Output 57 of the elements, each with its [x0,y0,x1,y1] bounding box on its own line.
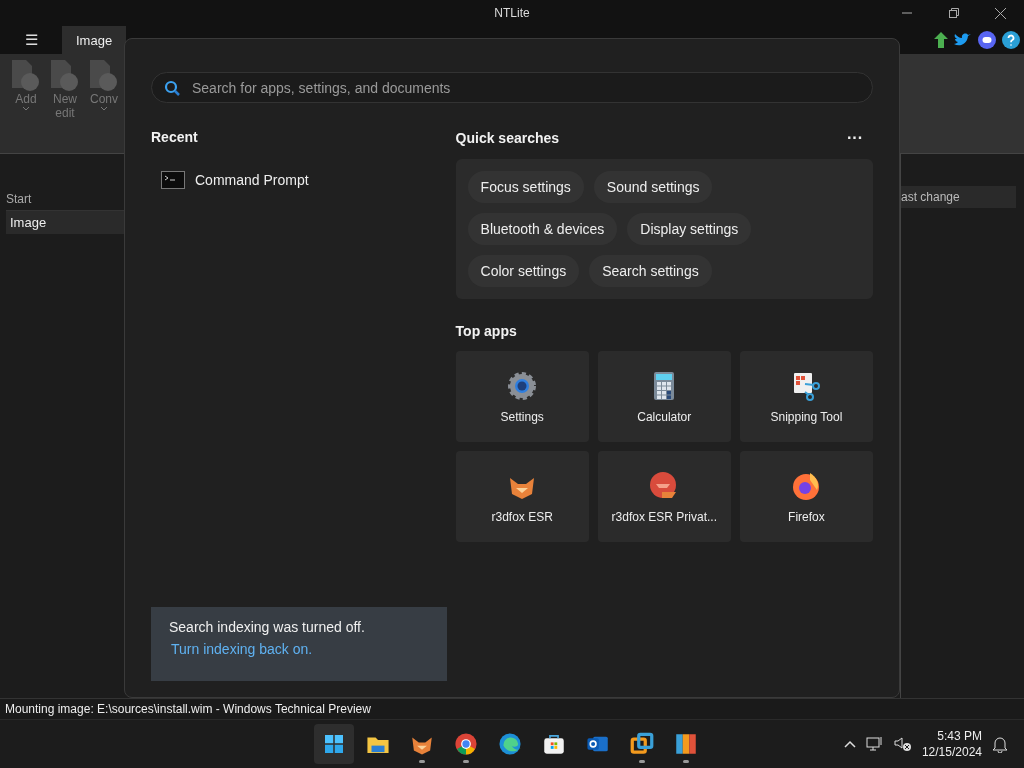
search-field[interactable]: Search for apps, settings, and documents [151,72,873,103]
overlapping-squares-icon [629,731,655,757]
restore-icon [948,8,959,18]
quick-search-chip[interactable]: Display settings [627,213,752,245]
window-title: NTLite [494,6,530,20]
chevron-down-icon [22,106,30,112]
chat-bubble-icon [978,31,996,49]
help-icon [1002,31,1020,49]
clock-time: 5:43 PM [937,728,982,744]
tree-item[interactable]: Image [6,210,124,234]
quick-search-chip[interactable]: Sound settings [593,171,713,203]
running-indicator [463,760,469,763]
running-indicator [639,760,645,763]
search-icon [164,80,180,96]
close-icon [995,7,1006,19]
app-tile[interactable]: r3dfox ESR [455,451,589,542]
gear-icon [506,369,539,402]
quick-search-chip[interactable]: Bluetooth & devices [467,213,618,245]
section-heading: Recent [151,129,199,145]
indexing-link[interactable]: Turn indexing back on. [171,641,313,657]
running-indicator [683,760,689,763]
column-header[interactable]: ast change [901,186,1016,208]
browser-icon [453,731,479,757]
bird-icon [954,32,972,48]
notice-text: Search indexing was turned off. [169,619,365,635]
bell-icon [992,735,1008,753]
tab[interactable]: Image [62,26,127,54]
app-tile[interactable]: Firefox [739,451,873,542]
document-icon [88,60,120,92]
archive-icon [673,731,699,757]
recent-item[interactable]: Command Prompt [151,167,319,193]
section-heading: Quick searches [455,130,560,146]
section-heading: Top apps [455,323,518,339]
quick-search-chip[interactable]: Focus settings [467,171,584,203]
terminal-icon [161,171,185,189]
app-tile[interactable]: r3dfox ESR Privat... [597,451,731,542]
quick-search-chip[interactable]: Color settings [467,255,580,287]
up-arrow-icon [934,32,948,48]
taskbar-app[interactable] [314,724,354,764]
clock-date: 12/15/2024 [921,744,982,760]
running-indicator [419,760,425,763]
document-icon [49,60,81,92]
menu-button[interactable]: ☰ [0,26,62,54]
app-tile[interactable]: Snipping Tool [739,351,873,442]
chevron-down-icon [100,106,108,112]
status-text: Mounting image: E:\sources\install.wim - Windows Technical Preview [0,698,1024,719]
document-icon [10,60,42,92]
windows-logo-icon [322,732,346,756]
browser-icon [497,731,523,757]
quick-search-chip[interactable]: Search settings [589,255,712,287]
pane-heading: Start [6,192,33,206]
speaker-muted-icon [893,736,912,752]
chevron-up-icon [843,740,856,748]
network-icon [865,736,884,752]
app-tile[interactable]: Calculator [597,351,731,442]
app-tile[interactable]: Settings [455,351,589,442]
more-button[interactable]: ··· [845,129,865,147]
